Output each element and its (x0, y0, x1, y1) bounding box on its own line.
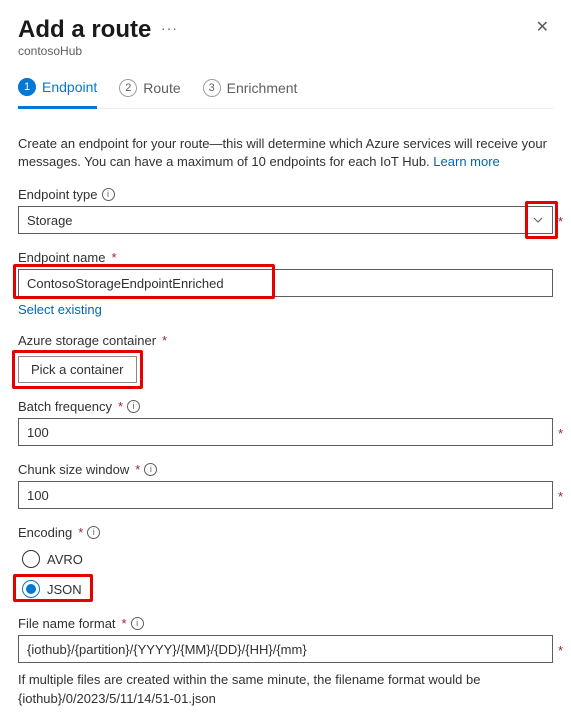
required-marker: * (558, 426, 563, 441)
filename-helper-text: If multiple files are created within the… (18, 671, 553, 707)
batch-frequency-label: Batch frequency (18, 399, 112, 414)
chunk-size-input[interactable] (18, 481, 553, 509)
container-label: Azure storage container (18, 333, 156, 348)
page-subtitle: contosoHub (18, 44, 532, 58)
tab-enrichment[interactable]: 3 Enrichment (203, 72, 298, 108)
chevron-down-icon[interactable] (524, 207, 552, 233)
required-marker: * (558, 214, 563, 229)
required-marker: * (558, 643, 563, 658)
radio-label: AVRO (47, 552, 83, 567)
tab-route[interactable]: 2 Route (119, 72, 180, 108)
pick-container-button[interactable]: Pick a container (18, 356, 137, 383)
intro-text: Create an endpoint for your route—this w… (18, 135, 553, 171)
endpoint-name-input[interactable] (18, 269, 553, 297)
close-icon[interactable]: ✕ (532, 16, 553, 40)
step-tabs: 1 Endpoint 2 Route 3 Enrichment (18, 72, 553, 109)
required-marker: * (135, 462, 140, 477)
encoding-option-json[interactable]: JSON (18, 578, 553, 600)
info-icon[interactable]: i (102, 188, 115, 201)
endpoint-type-select[interactable]: Storage (18, 206, 553, 234)
tab-label: Route (143, 80, 180, 96)
radio-icon (22, 580, 40, 598)
radio-label: JSON (47, 582, 82, 597)
step-number-icon: 1 (18, 78, 36, 96)
more-icon[interactable]: ··· (161, 20, 178, 36)
required-marker: * (78, 525, 83, 540)
batch-frequency-input[interactable] (18, 418, 553, 446)
endpoint-name-label: Endpoint name (18, 250, 105, 265)
encoding-label: Encoding (18, 525, 72, 540)
endpoint-type-label: Endpoint type (18, 187, 98, 202)
required-marker: * (111, 250, 116, 265)
tab-label: Enrichment (227, 80, 298, 96)
info-icon[interactable]: i (144, 463, 157, 476)
endpoint-type-value: Storage (27, 213, 73, 228)
tab-label: Endpoint (42, 79, 97, 95)
page-title: Add a route (18, 16, 151, 44)
chunk-size-label: Chunk size window (18, 462, 129, 477)
select-existing-link[interactable]: Select existing (18, 302, 102, 317)
info-icon[interactable]: i (87, 526, 100, 539)
learn-more-link[interactable]: Learn more (433, 154, 499, 169)
info-icon[interactable]: i (131, 617, 144, 630)
filename-format-input[interactable] (18, 635, 553, 663)
encoding-option-avro[interactable]: AVRO (18, 548, 553, 570)
required-marker: * (118, 399, 123, 414)
info-icon[interactable]: i (127, 400, 140, 413)
tab-endpoint[interactable]: 1 Endpoint (18, 72, 97, 109)
step-number-icon: 3 (203, 79, 221, 97)
filename-format-label: File name format (18, 616, 116, 631)
radio-icon (22, 550, 40, 568)
required-marker: * (122, 616, 127, 631)
required-marker: * (162, 333, 167, 348)
step-number-icon: 2 (119, 79, 137, 97)
required-marker: * (558, 489, 563, 504)
